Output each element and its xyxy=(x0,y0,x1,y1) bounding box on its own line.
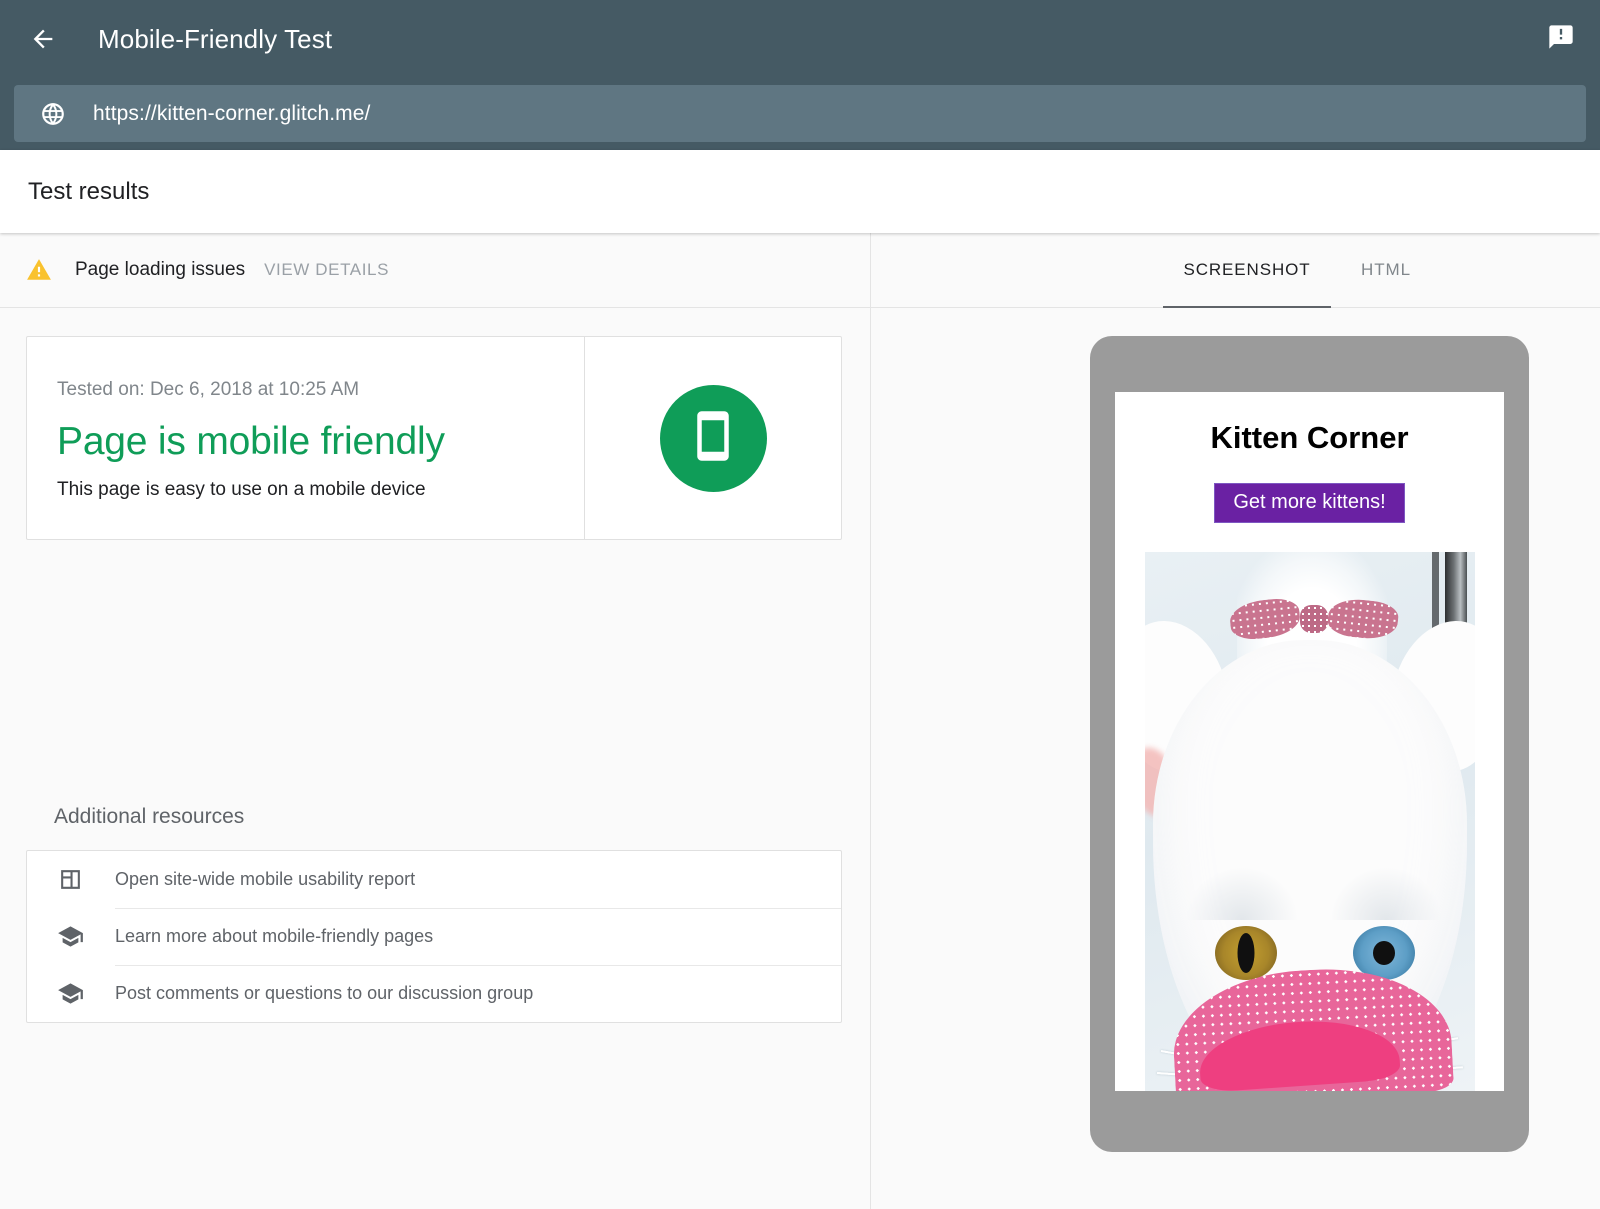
warning-triangle-icon xyxy=(26,257,52,283)
additional-resources-list: Open site-wide mobile usability report L… xyxy=(26,850,842,1023)
view-details-link[interactable]: VIEW DETAILS xyxy=(264,260,389,280)
tested-on-timestamp: Tested on: Dec 6, 2018 at 10:25 AM xyxy=(57,379,584,401)
preview-page-heading: Kitten Corner xyxy=(1115,420,1504,456)
dashboard-report-icon xyxy=(56,866,84,894)
feedback-button[interactable] xyxy=(1544,22,1578,56)
app-bar: Mobile-Friendly Test xyxy=(0,0,1600,78)
list-item[interactable]: Open site-wide mobile usability report xyxy=(27,851,841,908)
kitten-photo xyxy=(1145,552,1475,1091)
kitten-eye-amber xyxy=(1215,926,1277,980)
page-loading-issues-bar: Page loading issues VIEW DETAILS xyxy=(0,233,870,308)
kitten-brow-right xyxy=(1331,868,1441,920)
phone-screen: Kitten Corner Get more kittens! xyxy=(1115,392,1504,1091)
globe-icon xyxy=(40,101,66,127)
back-button[interactable] xyxy=(28,24,58,54)
phone-mockup: Kitten Corner Get more kittens! xyxy=(1090,336,1529,1152)
result-badge xyxy=(585,337,841,539)
left-panel: Page loading issues VIEW DETAILS Tested … xyxy=(0,233,870,1209)
status-badge xyxy=(660,385,767,492)
test-results-header: Test results xyxy=(0,150,1600,233)
list-item[interactable]: Post comments or questions to our discus… xyxy=(27,965,841,1022)
list-item-label: Open site-wide mobile usability report xyxy=(115,869,415,890)
kitten-bow xyxy=(1230,600,1398,638)
feedback-icon xyxy=(1547,23,1575,56)
additional-resources-title: Additional resources xyxy=(54,805,244,829)
preview-button-wrap: Get more kittens! xyxy=(1115,483,1504,523)
kitten-brow-left xyxy=(1187,868,1297,920)
verdict-headline: Page is mobile friendly xyxy=(57,420,584,464)
page-title: Mobile-Friendly Test xyxy=(98,24,332,55)
list-item-label: Post comments or questions to our discus… xyxy=(115,983,533,1004)
content-area: Page loading issues VIEW DETAILS Tested … xyxy=(0,233,1600,1209)
url-text: https://kitten-corner.glitch.me/ xyxy=(93,102,370,126)
url-bar-region: https://kitten-corner.glitch.me/ xyxy=(0,78,1600,150)
mobile-phone-icon xyxy=(686,409,740,468)
result-card-main: Tested on: Dec 6, 2018 at 10:25 AM Page … xyxy=(27,337,585,539)
test-results-title: Test results xyxy=(28,178,149,206)
preview-tabs: SCREENSHOT HTML xyxy=(871,233,1600,308)
get-more-kittens-button[interactable]: Get more kittens! xyxy=(1214,483,1404,523)
list-item[interactable]: Learn more about mobile-friendly pages xyxy=(27,908,841,965)
url-input[interactable]: https://kitten-corner.glitch.me/ xyxy=(14,85,1586,142)
result-card: Tested on: Dec 6, 2018 at 10:25 AM Page … xyxy=(26,336,842,540)
list-item-label: Learn more about mobile-friendly pages xyxy=(115,926,433,947)
tab-html[interactable]: HTML xyxy=(1331,233,1441,308)
right-panel: SCREENSHOT HTML Kitten Corner Get more k… xyxy=(871,233,1600,1209)
verdict-subtext: This page is easy to use on a mobile dev… xyxy=(57,479,584,501)
school-graduation-cap-icon xyxy=(56,923,84,951)
page-loading-issues-label: Page loading issues xyxy=(75,259,245,281)
arrow-back-icon xyxy=(29,25,57,53)
school-graduation-cap-icon xyxy=(56,980,84,1008)
tab-screenshot[interactable]: SCREENSHOT xyxy=(1163,233,1331,308)
